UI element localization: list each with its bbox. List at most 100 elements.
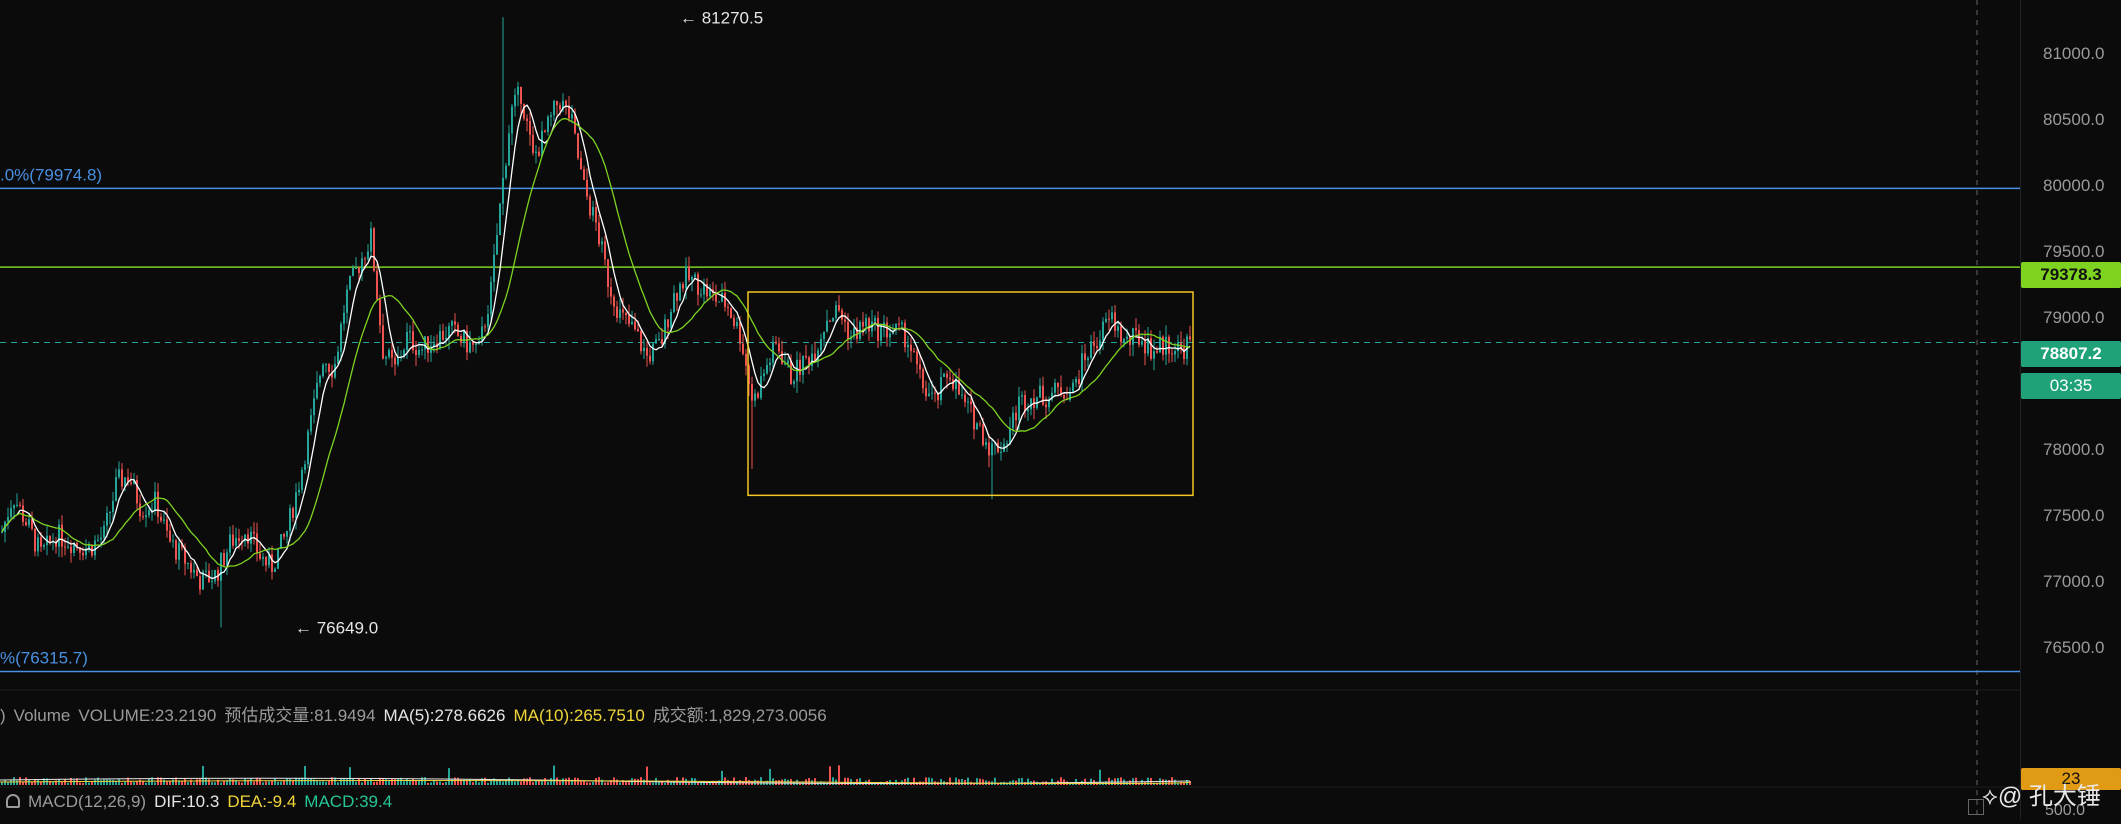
volume-bar [124, 781, 126, 785]
candle-body [550, 115, 552, 117]
volume-bar [532, 782, 534, 785]
price-chart[interactable]: .0%(79974.8) %(76315.7) ← 81270.5 ← 76649.… [0, 0, 2121, 819]
volume-bar [643, 779, 645, 785]
volume-bar [565, 778, 567, 785]
volume-bar [319, 781, 321, 785]
candle-body [1123, 338, 1125, 343]
candle-body [757, 393, 759, 398]
macd-title[interactable]: MACD(12,26,9) [28, 792, 146, 811]
volume-bar [520, 781, 522, 785]
candle-body [439, 330, 441, 348]
volume-bar [25, 777, 27, 785]
candle-body [613, 296, 615, 307]
candle-body [475, 344, 477, 346]
volume-bar [94, 779, 96, 785]
volume-bar [172, 779, 174, 785]
candle-body [166, 519, 168, 531]
volume-bar [112, 779, 114, 785]
candle-body [979, 423, 981, 425]
candle-body [667, 319, 669, 328]
candle-body [172, 540, 174, 542]
candle-body [823, 331, 825, 339]
volume-bar [556, 777, 558, 785]
volume-bar [1051, 778, 1053, 785]
candle-body [778, 343, 780, 352]
volume-bar [550, 778, 552, 785]
price-axis[interactable]: 81000.080500.080000.079500.079000.078500… [2020, 0, 2121, 819]
price-tick-label: 80500.0 [2043, 110, 2104, 129]
low-price-label: ← 76649.0 [295, 619, 378, 638]
candle-body [148, 510, 150, 516]
candle-body [484, 326, 486, 328]
volume-bar [415, 780, 417, 785]
volume-bar [253, 781, 255, 785]
volume-bar [109, 779, 111, 785]
volume-bar [511, 780, 513, 785]
candle-countdown-tag: 03:35 [2021, 373, 2121, 399]
candle-body [1006, 443, 1008, 445]
candle-body [490, 282, 492, 315]
candle-body [1024, 395, 1026, 412]
candle-body [343, 312, 345, 324]
candle-body [943, 373, 945, 378]
candle-body [1084, 353, 1086, 361]
candle-body [319, 376, 321, 383]
candle-body [358, 267, 360, 273]
volume-legend-title[interactable]: Volume [14, 706, 71, 725]
candle-body [967, 401, 969, 403]
volume-bar [616, 779, 618, 785]
candle-body [454, 321, 456, 325]
candle-body [187, 563, 189, 565]
volume-bar [364, 778, 366, 785]
volume-bar [1090, 778, 1092, 785]
candle-body [190, 563, 192, 573]
candle-body [226, 552, 228, 566]
candle-body [295, 492, 297, 519]
candle-body [829, 320, 831, 322]
candle-body [271, 554, 273, 572]
volume-bar [370, 778, 372, 785]
volume-bar [208, 779, 210, 785]
candle-body [907, 344, 909, 348]
candle-body [934, 392, 936, 394]
volume-bar [619, 782, 621, 785]
volume-bar [544, 778, 546, 785]
candle-body [70, 546, 72, 553]
alert-bell-icon[interactable] [6, 794, 20, 808]
candle-body [607, 259, 609, 288]
candle-body [592, 207, 594, 216]
candle-body [913, 351, 915, 353]
candle-body [418, 350, 420, 355]
volume-bar [1168, 779, 1170, 785]
candle-body [973, 404, 975, 430]
current-price-tag: 78807.2 [2021, 341, 2121, 367]
volume-bar [754, 779, 756, 785]
candle-body [721, 292, 723, 302]
volume-bar [583, 780, 585, 785]
candle-body [337, 351, 339, 364]
candle-body [919, 364, 921, 370]
candle-body [652, 343, 654, 362]
candle-body [493, 254, 495, 283]
candle-body [256, 533, 258, 554]
candle-body [526, 118, 528, 121]
price-tick-label: 77000.0 [2043, 572, 2104, 591]
horizontal-line-price-tag: 79378.3 [2021, 262, 2121, 288]
candle-body [115, 477, 117, 501]
price-tick-label: 79500.0 [2043, 242, 2104, 261]
volume-bar [7, 782, 9, 785]
volume-bar [310, 778, 312, 785]
volume-bar [814, 778, 816, 785]
volume-bar [1189, 781, 1191, 785]
candle-body [877, 317, 879, 341]
candle-body [1057, 382, 1059, 388]
candle-body [547, 116, 549, 132]
volume-bar [133, 782, 135, 785]
candle-body [487, 314, 489, 327]
volume-bar [22, 782, 24, 785]
candle-body [565, 100, 567, 106]
fullscreen-icon[interactable] [1968, 799, 1984, 815]
candle-body [82, 552, 84, 556]
candle-body [991, 443, 993, 456]
candle-body [679, 284, 681, 301]
